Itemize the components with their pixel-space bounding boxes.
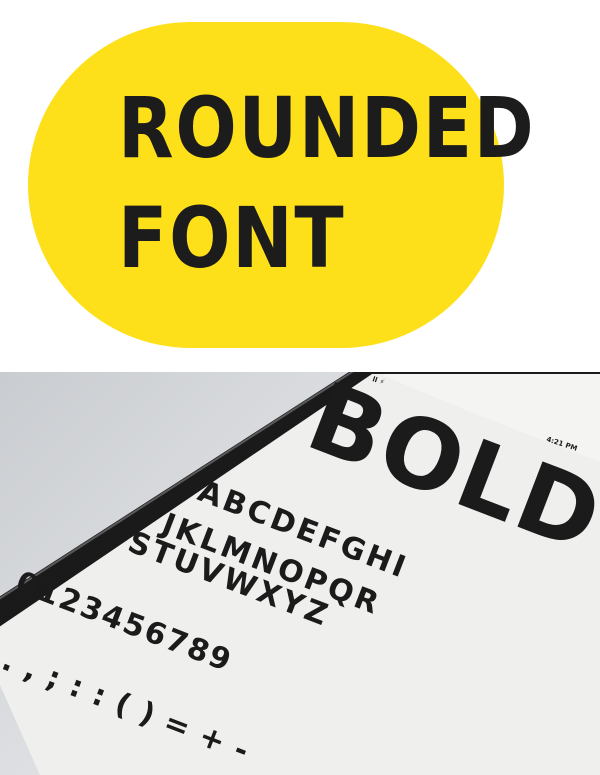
tablet-illustration: ll ⚡ 4:21 PM BOLD ABCDEFGHI JKLMNOPQR ST… [0, 372, 600, 775]
tablet-photo: ll ⚡ 4:21 PM BOLD ABCDEFGHI JKLMNOPQR ST… [0, 372, 600, 775]
headline-rounded: ROUNDED [118, 79, 536, 177]
yellow-pill-shape [28, 22, 504, 348]
headline-font: FONT [118, 189, 346, 287]
rounded-font-banner: ROUNDED FONT [0, 0, 600, 372]
